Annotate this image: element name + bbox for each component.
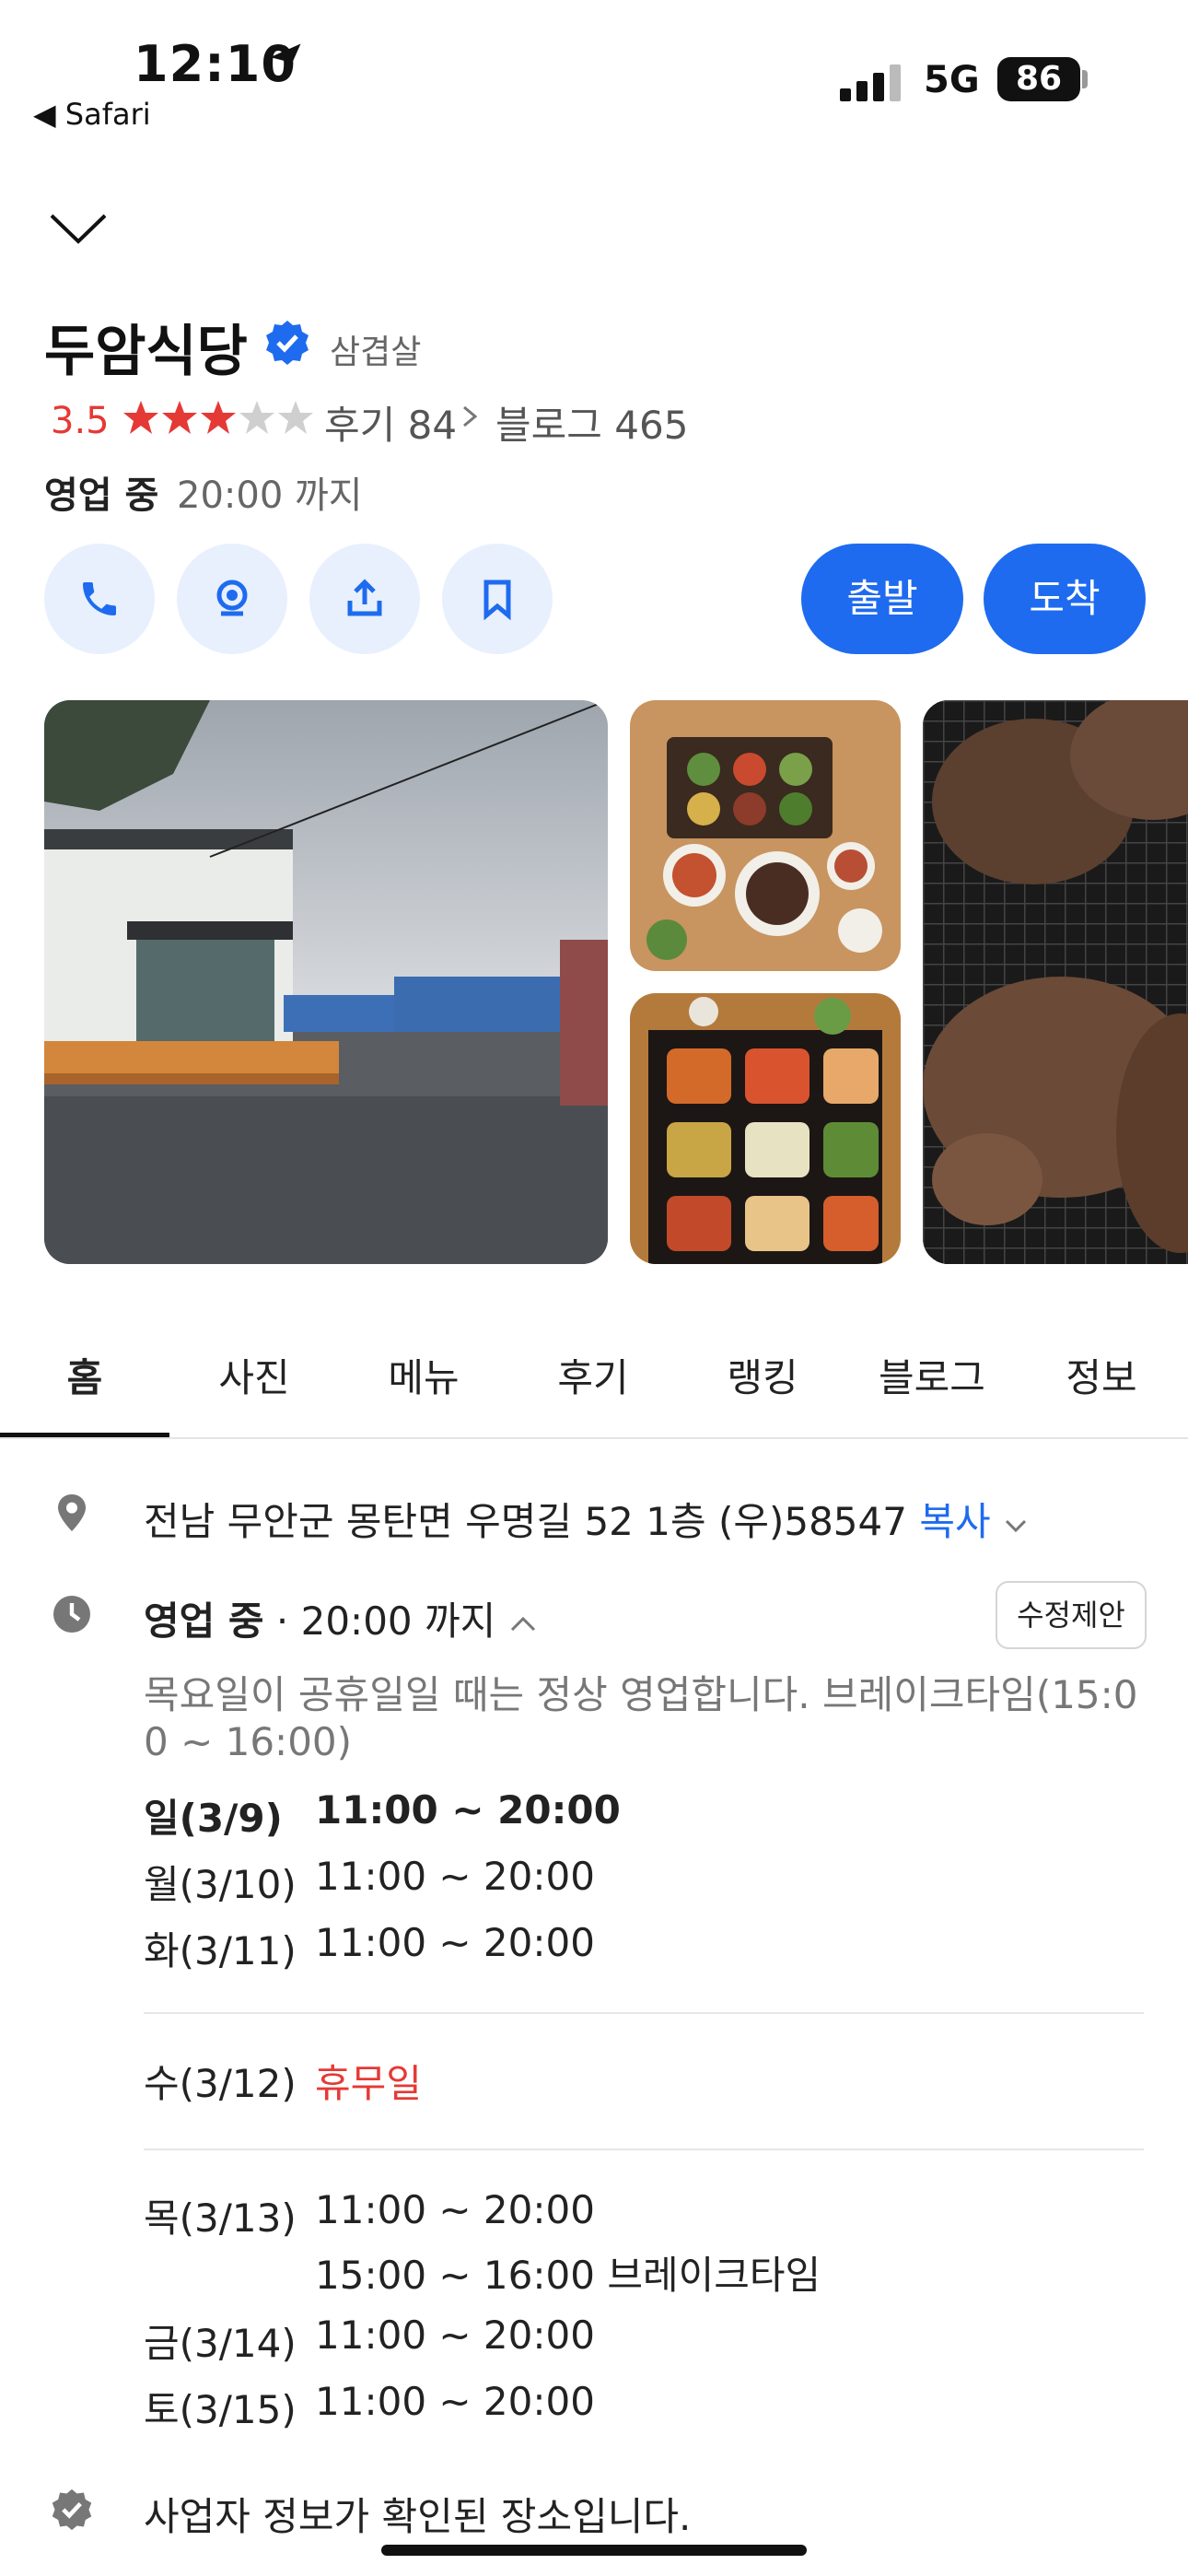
bookmark-icon — [483, 580, 511, 621]
hours-time: 11:00 ~ 20:00 — [315, 1787, 621, 1832]
hours-divider — [144, 2012, 1144, 2014]
food-photo-image — [630, 700, 901, 971]
home-indicator[interactable] — [381, 2545, 807, 2556]
save-button[interactable] — [442, 544, 553, 654]
hours-day: 토(3/15) — [144, 2387, 297, 2432]
tab-info[interactable]: 정보 — [1017, 1347, 1186, 1403]
hours-time: 11:00 ~ 20:00 — [315, 1920, 595, 1965]
hours-day: 화(3/11) — [144, 1928, 297, 1973]
verified-check-icon — [52, 2488, 92, 2531]
hours-time: 11:00 ~ 20:00 — [315, 2379, 595, 2424]
open-until: 20:00 까지 — [177, 474, 363, 517]
tab-home[interactable]: 홈 — [0, 1347, 169, 1403]
share-button[interactable] — [309, 544, 420, 654]
reviews-link[interactable]: 후기 84 — [324, 394, 457, 451]
verified-badge-icon — [266, 321, 309, 365]
hours-header[interactable]: 영업 중 · 20:00 까지 — [144, 1590, 538, 1646]
street-view-button[interactable] — [177, 544, 287, 654]
hours-note-line1: 목요일이 공휴일일 때는 정상 영업합니다. 브레이크타임(15:0 — [144, 1672, 1138, 1717]
hours-closed: 휴무일 — [315, 2061, 422, 2106]
grilled-meat-photo-image — [923, 700, 1188, 1264]
signal-icon — [840, 64, 901, 101]
address-value: 전남 무안군 몽탄면 우명길 52 1층 (우)58547 — [144, 1499, 907, 1544]
rating-stars-icon — [123, 401, 313, 434]
arrive-button[interactable]: 도착 — [984, 544, 1146, 654]
clock-icon — [53, 1596, 90, 1633]
place-title: 두암식당 — [44, 320, 248, 384]
hours-day: 수(3/12) — [144, 2061, 297, 2106]
copy-address-button[interactable]: 복사 — [919, 1499, 990, 1544]
photo-food-1[interactable] — [630, 700, 901, 971]
address-text: 전남 무안군 몽탄면 우명길 52 1층 (우)58547 복사 — [144, 1491, 1029, 1547]
rating-value: 3.5 — [51, 400, 110, 442]
hours-note-line2: 0 ~ 16:00) — [144, 1719, 353, 1764]
location-arrow-icon — [270, 43, 301, 75]
open-status: 영업 중 — [44, 474, 159, 517]
place-category: 삼겹살 — [330, 334, 422, 371]
battery-indicator: 86 — [997, 57, 1080, 101]
depart-button[interactable]: 출발 — [801, 544, 963, 654]
tab-menu[interactable]: 메뉴 — [339, 1347, 508, 1403]
blog-link[interactable]: 블로그 465 — [495, 394, 688, 451]
hours-time: 11:00 ~ 20:00 — [315, 1854, 595, 1899]
tab-divider — [0, 1437, 1188, 1439]
hours-until: · 20:00 까지 — [275, 1598, 496, 1644]
tab-ranking[interactable]: 랭킹 — [678, 1347, 847, 1403]
hours-divider — [144, 2149, 1144, 2150]
chevron-right-icon — [463, 405, 478, 427]
call-button[interactable] — [44, 544, 155, 654]
tab-blog[interactable]: 블로그 — [847, 1347, 1017, 1403]
hours-day: 금(3/14) — [144, 2321, 297, 2366]
business-verified-text: 사업자 정보가 확인된 장소입니다. — [144, 2494, 692, 2539]
phone-icon — [83, 582, 116, 615]
hours-time: 11:00 ~ 20:00 — [315, 2313, 595, 2358]
suggest-edit-button[interactable]: 수정제안 — [996, 1581, 1147, 1649]
street-view-icon — [216, 580, 248, 616]
photo-meat[interactable] — [923, 700, 1188, 1264]
photo-food-2[interactable] — [630, 993, 901, 1264]
location-pin-icon — [58, 1494, 86, 1531]
storefront-photo-image — [44, 700, 608, 1264]
back-to-safari[interactable]: ◀ Safari — [33, 97, 151, 132]
hours-day: 일(3/9) — [144, 1796, 283, 1841]
hours-time: 11:00 ~ 20:00 — [315, 2187, 595, 2232]
hours-day: 월(3/10) — [144, 1862, 297, 1907]
chevron-up-icon[interactable] — [508, 1614, 538, 1634]
tab-reviews[interactable]: 후기 — [508, 1347, 678, 1403]
tab-photos[interactable]: 사진 — [169, 1347, 339, 1403]
collapse-chevron-icon[interactable] — [48, 210, 109, 247]
chevron-down-icon[interactable] — [1003, 1516, 1029, 1535]
battery-cap — [1082, 70, 1088, 88]
hours-status: 영업 중 — [144, 1598, 264, 1644]
hours-day: 목(3/13) — [144, 2195, 297, 2241]
hours-break: 15:00 ~ 16:00 브레이크타임 — [315, 2253, 821, 2298]
side-dishes-photo-image — [630, 993, 901, 1264]
network-type: 5G — [924, 59, 980, 101]
photo-storefront[interactable] — [44, 700, 608, 1264]
share-icon — [347, 579, 382, 616]
